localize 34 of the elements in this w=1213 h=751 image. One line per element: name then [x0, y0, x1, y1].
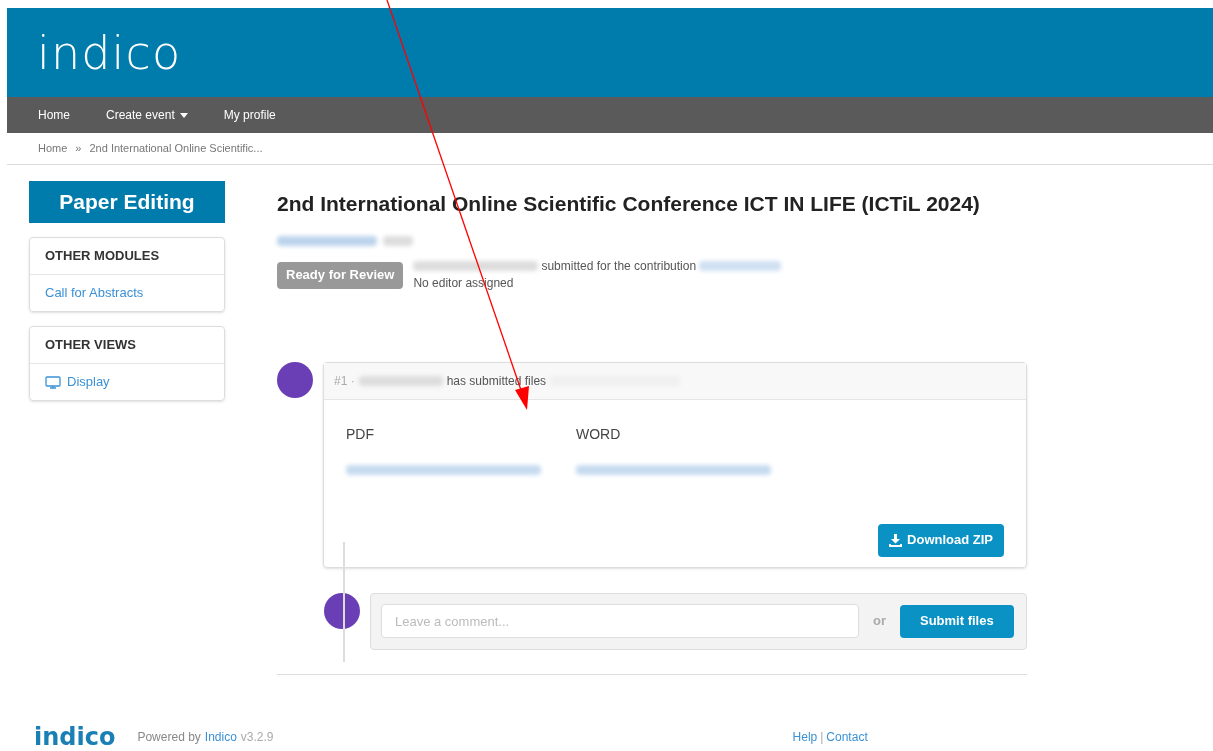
powered-text: Powered by: [137, 729, 201, 746]
download-button[interactable]: Download ZIP: [878, 523, 1004, 557]
blurred-text: [383, 235, 413, 246]
sidebar-title: Paper Editing: [29, 181, 225, 223]
comment-field[interactable]: Leave a comment...: [381, 604, 859, 638]
indico-link[interactable]: Indico: [204, 728, 237, 746]
section-heading: OTHER VIEWS: [30, 327, 224, 364]
breadcrumb-link[interactable]: Home: [38, 140, 68, 157]
contact-link[interactable]: Contact: [826, 728, 868, 746]
download-icon: [889, 533, 903, 547]
avatar: [324, 592, 360, 629]
nav-link[interactable]: My profile: [223, 106, 276, 124]
breadcrumb-separator: »: [75, 141, 82, 157]
or-text: or: [873, 612, 886, 631]
section-heading: OTHER MODULES: [30, 238, 224, 275]
revision-number: #1 ·: [334, 372, 355, 390]
submit-files-button[interactable]: Submit files: [900, 604, 1014, 638]
caret-icon: [179, 112, 188, 118]
version-text: v3.2.9: [240, 729, 274, 746]
nav-link[interactable]: Create event: [106, 106, 188, 124]
footer-logo[interactable]: indico: [34, 725, 116, 749]
logo[interactable]: indico: [37, 29, 182, 76]
file-type: WORD: [576, 424, 622, 444]
submission-text: submitted for the contribution: [541, 257, 697, 275]
sidebar-link[interactable]: Call for Abstracts: [30, 275, 224, 311]
link-separator: |: [820, 729, 824, 746]
avatar: [277, 361, 313, 398]
monitor-icon: [45, 375, 61, 389]
status-badge: Ready for Review: [277, 261, 404, 289]
nav-link[interactable]: Home: [38, 106, 70, 124]
sidebar-link[interactable]: Display: [30, 364, 224, 400]
help-link[interactable]: Help: [792, 728, 818, 746]
breadcrumb-link[interactable]: 2nd International Online Scientific...: [89, 140, 263, 157]
file-type: PDF: [346, 424, 375, 444]
